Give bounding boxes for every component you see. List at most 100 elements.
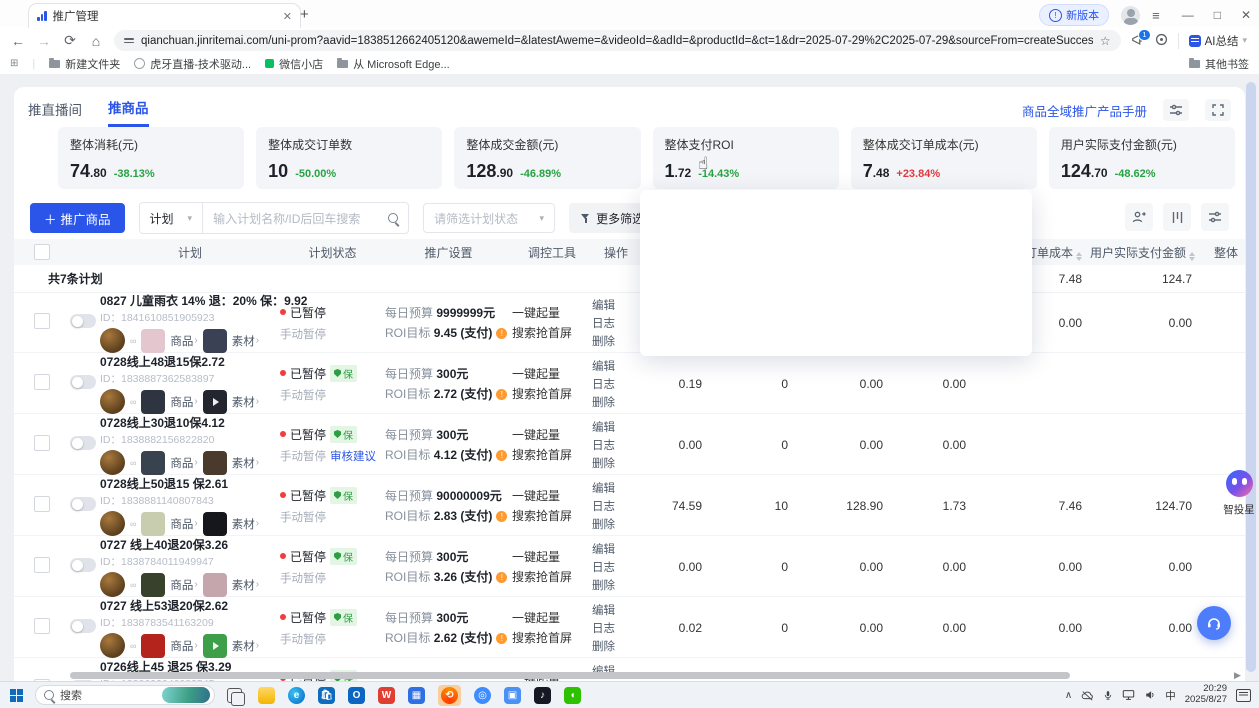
plan-title[interactable]: 0728线上50退15 保2.61 [100,475,280,492]
log-link[interactable]: 日志 [592,559,640,575]
search-input[interactable]: 输入计划名称/ID后回车搜索 [203,203,408,233]
tool-one-key-boost[interactable]: 一键起量 [512,609,592,626]
taskbar-clock[interactable]: 20:292025/8/27 [1185,684,1227,706]
bookmark-item[interactable]: 从 Microsoft Edge... [337,56,450,72]
new-version-button[interactable]: !新版本 [1039,4,1109,26]
log-link[interactable]: 日志 [592,437,640,453]
material-thumbnail[interactable] [203,451,227,475]
product-link[interactable]: 商品› [170,455,197,471]
warning-icon[interactable]: ! [496,572,507,583]
material-thumbnail[interactable] [203,634,227,658]
customer-service-button[interactable] [1197,606,1231,640]
taskbar-app-blue[interactable]: ▦ [408,687,425,704]
stat-card[interactable]: 整体成交金额(元) 128.90 -46.89% [454,127,640,189]
back-icon[interactable]: ← [10,33,26,49]
delete-link[interactable]: 删除 [592,577,640,593]
delete-link[interactable]: 删除 [592,455,640,471]
product-thumbnail[interactable] [141,390,165,414]
row-checkbox[interactable] [34,435,50,451]
row-enable-toggle[interactable] [70,558,96,572]
reload-icon[interactable]: ⟳ [62,32,78,49]
col-overall[interactable]: 整体 [1200,244,1245,261]
plan-title[interactable]: 0727 线上40退20保3.26 [100,536,280,553]
log-link[interactable]: 日志 [592,620,640,636]
horizontal-scrollbar[interactable] [70,672,1070,679]
other-bookmarks[interactable]: 其他书签 [1189,56,1249,72]
assistant-widget[interactable]: 智投星 [1220,470,1258,517]
material-link[interactable]: 素材› [232,394,259,410]
material-link[interactable]: 素材› [232,455,259,471]
fullscreen-icon[interactable] [1205,99,1231,121]
taskbar-wps[interactable]: W [378,687,395,704]
stat-card[interactable]: 整体成交订单成本(元) 7.48 +23.84% [851,127,1037,189]
warning-icon[interactable]: ! [496,511,507,522]
tool-one-key-boost[interactable]: 一键起量 [512,426,592,443]
apps-grid-icon[interactable]: ⊞ [10,58,18,69]
tab-close-icon[interactable]: ✕ [283,10,292,23]
site-settings-icon[interactable] [124,38,134,43]
custom-columns-icon-button[interactable] [1163,203,1191,231]
taskbar-outlook[interactable]: O [348,687,365,704]
window-close-button[interactable]: ✕ [1241,8,1251,22]
tool-one-key-boost[interactable]: 一键起量 [512,365,592,382]
product-thumbnail[interactable] [141,329,165,353]
warning-icon[interactable]: ! [496,328,507,339]
tool-one-key-boost[interactable]: 一键起量 [512,548,592,565]
taskbar-edge[interactable]: e [288,687,305,704]
edit-link[interactable]: 编辑 [592,541,640,557]
material-thumbnail[interactable] [203,390,227,414]
ai-summary-button[interactable]: AI总结 ▾ [1178,33,1247,49]
scroll-right-arrow-icon[interactable]: ▶ [1234,670,1241,681]
col-settings[interactable]: 推广设置 [385,244,512,261]
delete-link[interactable]: 删除 [592,638,640,654]
url-field[interactable]: qianchuan.jinritemai.com/uni-prom?aavid=… [114,30,1121,51]
product-thumbnail[interactable] [141,573,165,597]
delete-link[interactable]: 删除 [592,516,640,532]
edit-link[interactable]: 编辑 [592,358,640,374]
notification-center-icon[interactable] [1236,689,1251,702]
new-tab-button[interactable]: + [300,6,309,23]
bookmark-item[interactable]: 微信小店 [265,56,323,72]
col-plan[interactable]: 计划 [100,244,280,261]
tool-one-key-boost[interactable]: 一键起量 [512,304,592,321]
warning-icon[interactable]: ! [496,633,507,644]
speaker-icon[interactable] [1144,689,1156,701]
cloud-off-icon[interactable] [1081,690,1094,701]
taskbar-quark[interactable]: ◎ [474,687,491,704]
plan-title[interactable]: 0728线上30退10保4.12 [100,414,280,431]
stat-card[interactable]: 用户实际支付金额(元) 124.70 -48.62% [1049,127,1235,189]
log-link[interactable]: 日志 [592,315,640,331]
row-enable-toggle[interactable] [70,619,96,633]
taskbar-store[interactable]: 🛍︎ [318,687,335,704]
tab-live-room[interactable]: 推直播间 [28,99,82,126]
tool-search-topscreen[interactable]: 搜索抢首屏 [512,507,592,524]
sort-icon[interactable] [1189,252,1195,261]
row-enable-toggle[interactable] [70,314,96,328]
delete-link[interactable]: 删除 [592,394,640,410]
plan-status-select[interactable]: 请筛选计划状态▾ [423,203,555,233]
delete-link[interactable]: 删除 [592,333,640,349]
plan-title[interactable]: 0827 儿童雨衣 14% 退：20% 保：9.92 [100,292,280,309]
stat-card[interactable]: 整体消耗(元) 74.80 -38.13% [58,127,244,189]
row-enable-toggle[interactable] [70,436,96,450]
sort-icon[interactable] [1076,252,1082,261]
col-user-paid[interactable]: 用户实际支付金额 [1090,244,1200,261]
material-link[interactable]: 素材› [232,638,259,654]
col-tools[interactable]: 调控工具 [512,244,592,261]
network-icon[interactable] [1122,689,1135,701]
search-highlight-image[interactable] [162,687,210,703]
start-button[interactable] [10,689,23,702]
edit-link[interactable]: 编辑 [592,480,640,496]
home-icon[interactable]: ⌂ [88,33,104,49]
material-thumbnail[interactable] [203,329,227,353]
taskbar-search[interactable]: 搜索 [35,685,215,705]
review-suggestion-link[interactable]: 审核建议 [330,451,376,463]
edit-link[interactable]: 编辑 [592,602,640,618]
material-link[interactable]: 素材› [232,577,259,593]
search-icon[interactable] [388,213,398,223]
browser-avatar[interactable] [1121,6,1140,25]
settings-sliders-icon[interactable] [1163,99,1189,121]
bookmark-star-icon[interactable]: ☆ [1100,34,1111,48]
window-minimize-button[interactable]: — [1182,8,1194,22]
taskbar-qianchuan-active[interactable]: ⟲ [438,685,461,706]
